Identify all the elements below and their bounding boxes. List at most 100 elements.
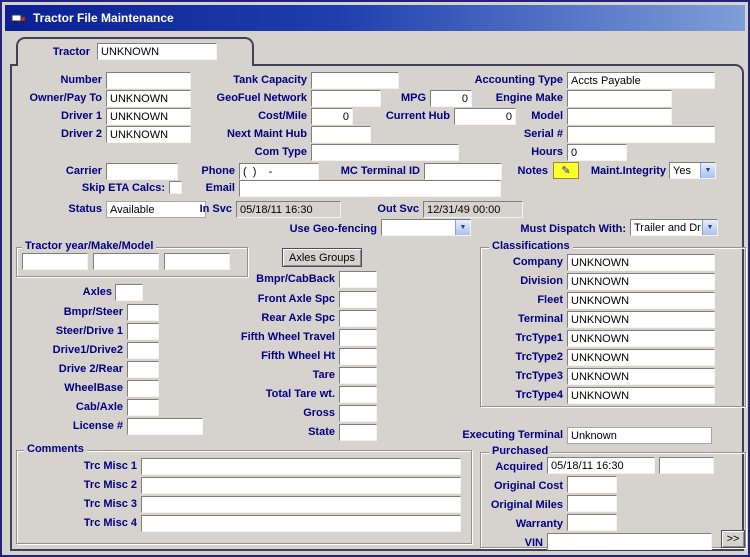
notes-button[interactable]: ✎	[553, 162, 579, 179]
email-field[interactable]	[239, 180, 501, 197]
total-tare-field[interactable]	[339, 386, 377, 403]
maint-integrity-select[interactable]: Yes ▼	[669, 162, 716, 179]
wheelbase-label: WheelBase	[22, 382, 123, 395]
number-label: Number	[32, 74, 102, 87]
owner-pay-to-field[interactable]	[106, 90, 191, 107]
cost-mile-label: Cost/Mile	[237, 110, 307, 123]
must-dispatch-select[interactable]: Trailer and Drive ▼	[630, 219, 718, 236]
tractor-id-field[interactable]	[97, 43, 217, 60]
fifth-wheel-ht-field[interactable]	[339, 348, 377, 365]
mc-terminal-id-field[interactable]	[424, 163, 502, 180]
tank-capacity-field[interactable]	[311, 72, 399, 89]
executing-terminal-label: Executing Terminal	[443, 429, 563, 442]
title-bar[interactable]: Tractor File Maintenance	[5, 5, 745, 31]
phone-field[interactable]	[239, 163, 319, 180]
original-miles-label: Original Miles	[463, 499, 563, 512]
bmpr-cabback-field[interactable]	[339, 271, 377, 288]
tractor-year-field[interactable]	[22, 253, 88, 270]
mpg-label: MPG	[386, 92, 426, 105]
trc-misc1-label: Trc Misc 1	[37, 460, 137, 473]
drive1-drive2-field[interactable]	[127, 342, 159, 359]
chevron-down-icon[interactable]: ▼	[455, 220, 470, 235]
cab-axle-field[interactable]	[127, 399, 159, 416]
next-maint-hub-field[interactable]	[311, 126, 371, 143]
email-label: Email	[195, 182, 235, 195]
mpg-field[interactable]	[430, 90, 472, 107]
serial-field[interactable]	[567, 126, 715, 143]
rear-axle-spc-label: Rear Axle Spc	[195, 312, 335, 325]
tractor-model-field[interactable]	[164, 253, 230, 270]
license-field[interactable]	[127, 418, 203, 435]
company-field[interactable]	[567, 254, 715, 271]
driver1-field[interactable]	[106, 108, 191, 125]
driver2-field[interactable]	[106, 126, 191, 143]
driver1-label: Driver 1	[32, 110, 102, 123]
in-svc-field	[236, 201, 341, 218]
bmpr-steer-label: Bmpr/Steer	[22, 306, 123, 319]
drive2-rear-field[interactable]	[127, 361, 159, 378]
maint-integrity-value: Yes	[673, 165, 699, 177]
engine-make-field[interactable]	[567, 90, 672, 107]
tare-label: Tare	[195, 369, 335, 382]
trctype1-field[interactable]	[567, 330, 715, 347]
axles-field[interactable]	[115, 284, 143, 301]
geofuel-network-field[interactable]	[311, 90, 381, 107]
wheelbase-field[interactable]	[127, 380, 159, 397]
com-type-field[interactable]	[311, 144, 459, 161]
use-geofencing-label: Use Geo-fencing	[277, 223, 377, 236]
window-title: Tractor File Maintenance	[33, 11, 174, 25]
tractor-make-field[interactable]	[93, 253, 159, 270]
driver2-label: Driver 2	[32, 128, 102, 141]
cost-mile-field[interactable]	[311, 108, 353, 125]
out-svc-field	[423, 201, 523, 218]
state-label: State	[195, 426, 335, 439]
chevron-down-icon[interactable]: ▼	[700, 163, 715, 178]
rear-axle-spc-field[interactable]	[339, 310, 377, 327]
fleet-field[interactable]	[567, 292, 715, 309]
acquired-aux-field[interactable]	[659, 457, 714, 474]
skip-eta-checkbox[interactable]	[169, 181, 182, 194]
steer-drive1-field[interactable]	[127, 323, 159, 340]
tank-capacity-label: Tank Capacity	[217, 74, 307, 87]
trc-misc3-field[interactable]	[141, 496, 461, 513]
trctype3-field[interactable]	[567, 368, 715, 385]
accounting-type-field[interactable]	[567, 72, 715, 89]
trc-misc4-label: Trc Misc 4	[37, 517, 137, 530]
trctype2-field[interactable]	[567, 349, 715, 366]
hours-label: Hours	[513, 146, 563, 159]
in-svc-label: In Svc	[182, 203, 232, 216]
bmpr-steer-field[interactable]	[127, 304, 159, 321]
trc-misc4-field[interactable]	[141, 515, 461, 532]
axles-groups-button[interactable]: Axles Groups	[282, 248, 362, 267]
state-field[interactable]	[339, 424, 377, 441]
trc-misc1-field[interactable]	[141, 458, 461, 475]
gross-field[interactable]	[339, 405, 377, 422]
trctype4-field[interactable]	[567, 387, 715, 404]
classifications-group-label: Classifications	[489, 240, 573, 252]
app-icon	[11, 10, 27, 26]
original-cost-field[interactable]	[567, 476, 617, 493]
trctype3-label: TrcType3	[463, 370, 563, 383]
hours-field[interactable]	[567, 144, 627, 161]
skip-eta-label: Skip ETA Calcs:	[65, 182, 165, 195]
chevron-down-icon[interactable]: ▼	[702, 220, 717, 235]
accounting-type-label: Accounting Type	[457, 74, 563, 87]
more-button[interactable]: >>	[721, 530, 745, 548]
model-field[interactable]	[567, 108, 672, 125]
trc-misc3-label: Trc Misc 3	[37, 498, 137, 511]
front-axle-spc-field[interactable]	[339, 291, 377, 308]
tare-field[interactable]	[339, 367, 377, 384]
carrier-field[interactable]	[106, 163, 178, 180]
vin-field[interactable]	[547, 533, 712, 550]
trc-misc2-field[interactable]	[141, 477, 461, 494]
fifth-wheel-travel-field[interactable]	[339, 329, 377, 346]
terminal-field[interactable]	[567, 311, 715, 328]
division-field[interactable]	[567, 273, 715, 290]
use-geofencing-select[interactable]: ▼	[381, 219, 471, 236]
owner-pay-to-label: Owner/Pay To	[12, 92, 102, 105]
out-svc-label: Out Svc	[363, 203, 419, 216]
original-miles-field[interactable]	[567, 495, 617, 512]
warranty-field[interactable]	[567, 514, 617, 531]
acquired-field[interactable]	[547, 457, 655, 474]
number-field[interactable]	[106, 72, 191, 89]
